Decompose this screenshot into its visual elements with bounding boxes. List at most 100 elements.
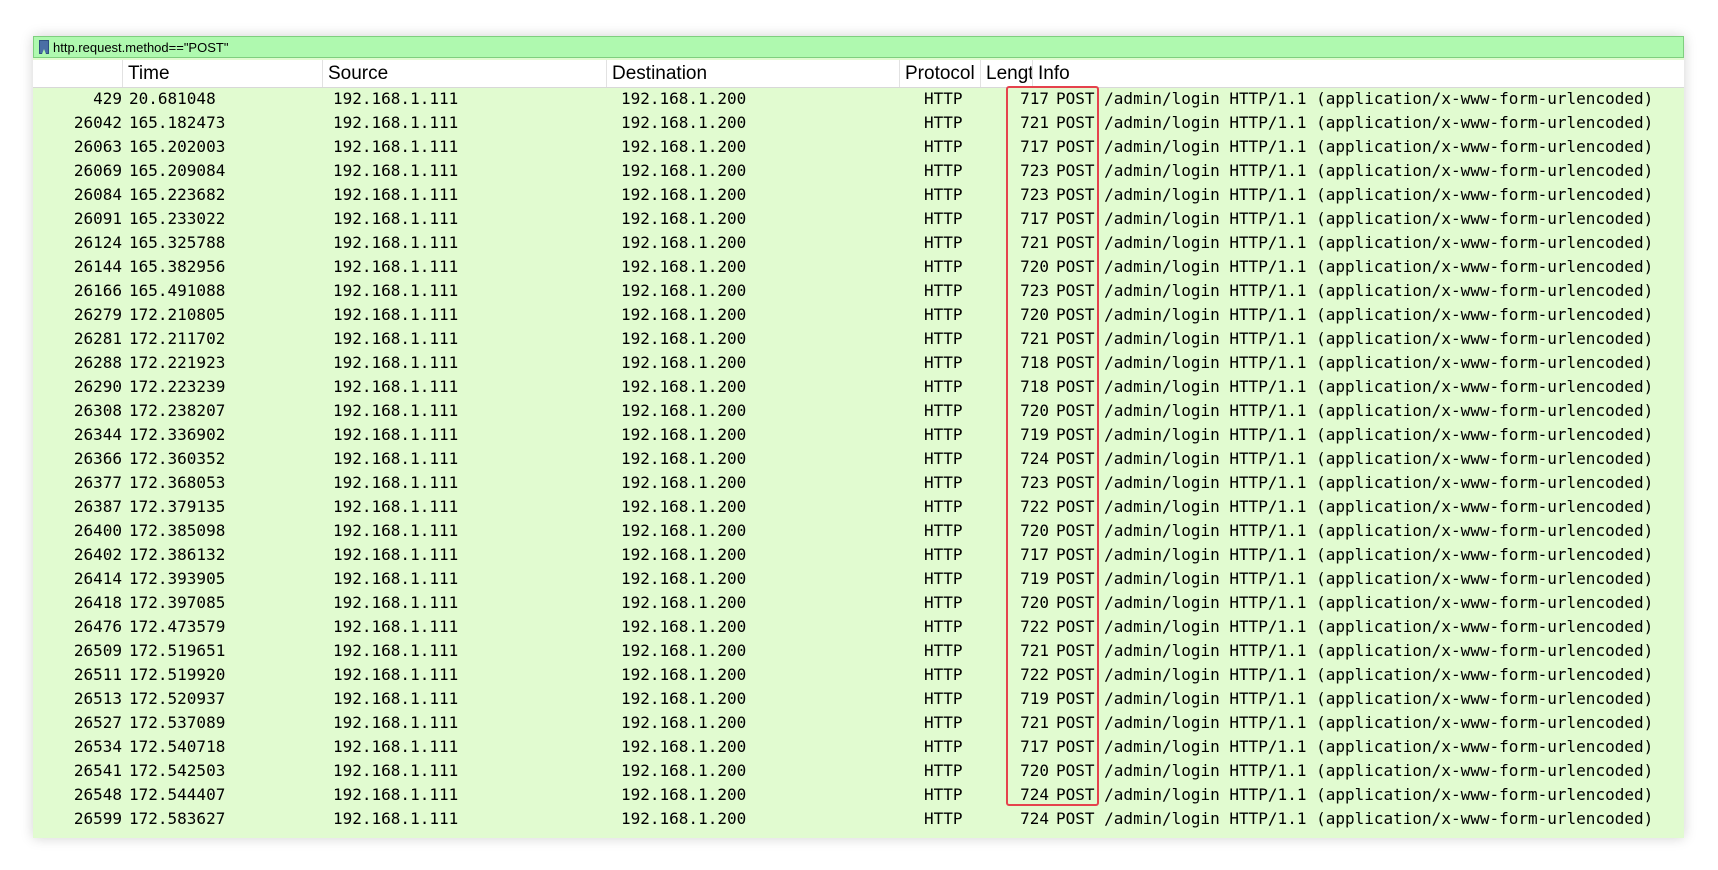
- cell-time: 172.223239: [129, 377, 226, 396]
- cell-time: 172.583627: [129, 809, 226, 828]
- packet-row[interactable]: 26527 172.537089 192.168.1.111 192.168.1.20…: [33, 711, 1684, 735]
- cell-destination: 192.168.1.200: [621, 89, 747, 108]
- packet-row[interactable]: 26400 172.385098 192.168.1.111 192.168.1.20…: [33, 519, 1684, 543]
- column-header-no[interactable]: [33, 60, 122, 87]
- cell-no: 26366: [73, 449, 122, 468]
- cell-source: 192.168.1.111: [333, 641, 459, 660]
- packet-row[interactable]: 26281 172.211702 192.168.1.111 192.168.1.20…: [33, 327, 1684, 351]
- cell-source: 192.168.1.111: [333, 737, 459, 756]
- packet-row[interactable]: 26534 172.540718 192.168.1.111 192.168.1.20…: [33, 735, 1684, 759]
- packet-row[interactable]: 26414 172.393905 192.168.1.111 192.168.1.20…: [33, 567, 1684, 591]
- packet-row[interactable]: 26402 172.386132 192.168.1.111 192.168.1.20…: [33, 543, 1684, 567]
- packet-row[interactable]: 26511 172.519920 192.168.1.111 192.168.1.20…: [33, 663, 1684, 687]
- packet-row[interactable]: 26144 165.382956 192.168.1.111 192.168.1.20…: [33, 255, 1684, 279]
- cell-no: 26534: [73, 737, 122, 756]
- cell-info: POST /admin/login HTTP/1.1 (application/…: [1056, 665, 1654, 684]
- cell-length: 721: [1020, 713, 1049, 732]
- cell-info: POST /admin/login HTTP/1.1 (application/…: [1056, 305, 1654, 324]
- packet-row[interactable]: 26084 165.223682 192.168.1.111 192.168.1.20…: [33, 183, 1684, 207]
- cell-destination: 192.168.1.200: [621, 137, 747, 156]
- packet-row[interactable]: 26513 172.520937 192.168.1.111 192.168.1.20…: [33, 687, 1684, 711]
- cell-length: 717: [1020, 89, 1049, 108]
- cell-no: 26513: [73, 689, 122, 708]
- cell-length: 723: [1020, 281, 1049, 300]
- cell-no: 26548: [73, 785, 122, 804]
- display-filter-bar: [33, 36, 1684, 58]
- cell-destination: 192.168.1.200: [621, 569, 747, 588]
- cell-time: 172.519920: [129, 665, 226, 684]
- packet-list-header: Time Source Destination Protocol Lengt I…: [33, 60, 1684, 88]
- column-header-time[interactable]: Time: [122, 60, 322, 87]
- cell-length: 721: [1020, 641, 1049, 660]
- cell-info: POST /admin/login HTTP/1.1 (application/…: [1056, 329, 1654, 348]
- cell-no: 26166: [73, 281, 122, 300]
- cell-source: 192.168.1.111: [333, 617, 459, 636]
- cell-info: POST /admin/login HTTP/1.1 (application/…: [1056, 737, 1654, 756]
- cell-time: 165.223682: [129, 185, 226, 204]
- packet-row[interactable]: 26279 172.210805 192.168.1.111 192.168.1.20…: [33, 303, 1684, 327]
- packet-row[interactable]: 26042 165.182473 192.168.1.111 192.168.1.20…: [33, 111, 1684, 135]
- packet-row[interactable]: 26509 172.519651 192.168.1.111 192.168.1.20…: [33, 639, 1684, 663]
- packet-row[interactable]: 26290 172.223239 192.168.1.111 192.168.1.20…: [33, 375, 1684, 399]
- cell-source: 192.168.1.111: [333, 329, 459, 348]
- cell-length: 724: [1020, 449, 1049, 468]
- cell-length: 721: [1020, 113, 1049, 132]
- cell-time: 172.537089: [129, 713, 226, 732]
- cell-time: 165.233022: [129, 209, 226, 228]
- cell-length: 717: [1020, 545, 1049, 564]
- packet-row[interactable]: 26541 172.542503 192.168.1.111 192.168.1.20…: [33, 759, 1684, 783]
- cell-no: 26387: [73, 497, 122, 516]
- packet-row[interactable]: 26476 172.473579 192.168.1.111 192.168.1.20…: [33, 615, 1684, 639]
- cell-destination: 192.168.1.200: [621, 233, 747, 252]
- cell-destination: 192.168.1.200: [621, 689, 747, 708]
- cell-source: 192.168.1.111: [333, 761, 459, 780]
- packet-row[interactable]: 26288 172.221923 192.168.1.111 192.168.1.20…: [33, 351, 1684, 375]
- column-header-destination[interactable]: Destination: [606, 60, 899, 87]
- cell-no: 26511: [73, 665, 122, 684]
- cell-length: 720: [1020, 257, 1049, 276]
- cell-source: 192.168.1.111: [333, 185, 459, 204]
- packet-row[interactable]: 26599 172.583627 192.168.1.111 192.168.1.20…: [33, 807, 1684, 831]
- packet-row[interactable]: 26418 172.397085 192.168.1.111 192.168.1.20…: [33, 591, 1684, 615]
- display-filter-input[interactable]: [53, 38, 1683, 56]
- column-header-length[interactable]: Lengt: [980, 60, 1032, 87]
- cell-length: 720: [1020, 401, 1049, 420]
- cell-time: 20.681048: [129, 89, 216, 108]
- cell-no: 26599: [73, 809, 122, 828]
- packet-row[interactable]: 26069 165.209084 192.168.1.111 192.168.1.20…: [33, 159, 1684, 183]
- packet-row[interactable]: 26166 165.491088 192.168.1.111 192.168.1.20…: [33, 279, 1684, 303]
- packet-row[interactable]: 26344 172.336902 192.168.1.111 192.168.1.20…: [33, 423, 1684, 447]
- packet-row[interactable]: 26377 172.368053 192.168.1.111 192.168.1.20…: [33, 471, 1684, 495]
- packet-row[interactable]: 26366 172.360352 192.168.1.111 192.168.1.20…: [33, 447, 1684, 471]
- cell-destination: 192.168.1.200: [621, 401, 747, 420]
- cell-time: 172.368053: [129, 473, 226, 492]
- packet-row[interactable]: 26063 165.202003 192.168.1.111 192.168.1.20…: [33, 135, 1684, 159]
- cell-destination: 192.168.1.200: [621, 209, 747, 228]
- bookmark-icon[interactable]: [39, 40, 49, 54]
- column-header-protocol[interactable]: Protocol: [899, 60, 980, 87]
- cell-length: 724: [1020, 809, 1049, 828]
- cell-source: 192.168.1.111: [333, 569, 459, 588]
- cell-no: 26377: [73, 473, 122, 492]
- cell-destination: 192.168.1.200: [621, 377, 747, 396]
- cell-length: 723: [1020, 161, 1049, 180]
- packet-row[interactable]: 26091 165.233022 192.168.1.111 192.168.1.20…: [33, 207, 1684, 231]
- cell-destination: 192.168.1.200: [621, 665, 747, 684]
- cell-source: 192.168.1.111: [333, 113, 459, 132]
- cell-info: POST /admin/login HTTP/1.1 (application/…: [1056, 257, 1654, 276]
- packet-row[interactable]: 26548 172.544407 192.168.1.111 192.168.1.20…: [33, 783, 1684, 807]
- packet-row[interactable]: 26124 165.325788 192.168.1.111 192.168.1.20…: [33, 231, 1684, 255]
- cell-no: 26402: [73, 545, 122, 564]
- cell-length: 717: [1020, 737, 1049, 756]
- packet-row[interactable]: 26308 172.238207 192.168.1.111 192.168.1.20…: [33, 399, 1684, 423]
- column-header-source[interactable]: Source: [322, 60, 606, 87]
- cell-length: 724: [1020, 785, 1049, 804]
- cell-destination: 192.168.1.200: [621, 641, 747, 660]
- column-header-info[interactable]: Info: [1032, 60, 1684, 87]
- cell-source: 192.168.1.111: [333, 257, 459, 276]
- cell-no: 26144: [73, 257, 122, 276]
- packet-row[interactable]: 26387 172.379135 192.168.1.111 192.168.1.20…: [33, 495, 1684, 519]
- cell-time: 172.336902: [129, 425, 226, 444]
- packet-row[interactable]: 429 20.681048 192.168.1.111 192.168.1.200 HT…: [33, 87, 1684, 111]
- cell-no: 26308: [73, 401, 122, 420]
